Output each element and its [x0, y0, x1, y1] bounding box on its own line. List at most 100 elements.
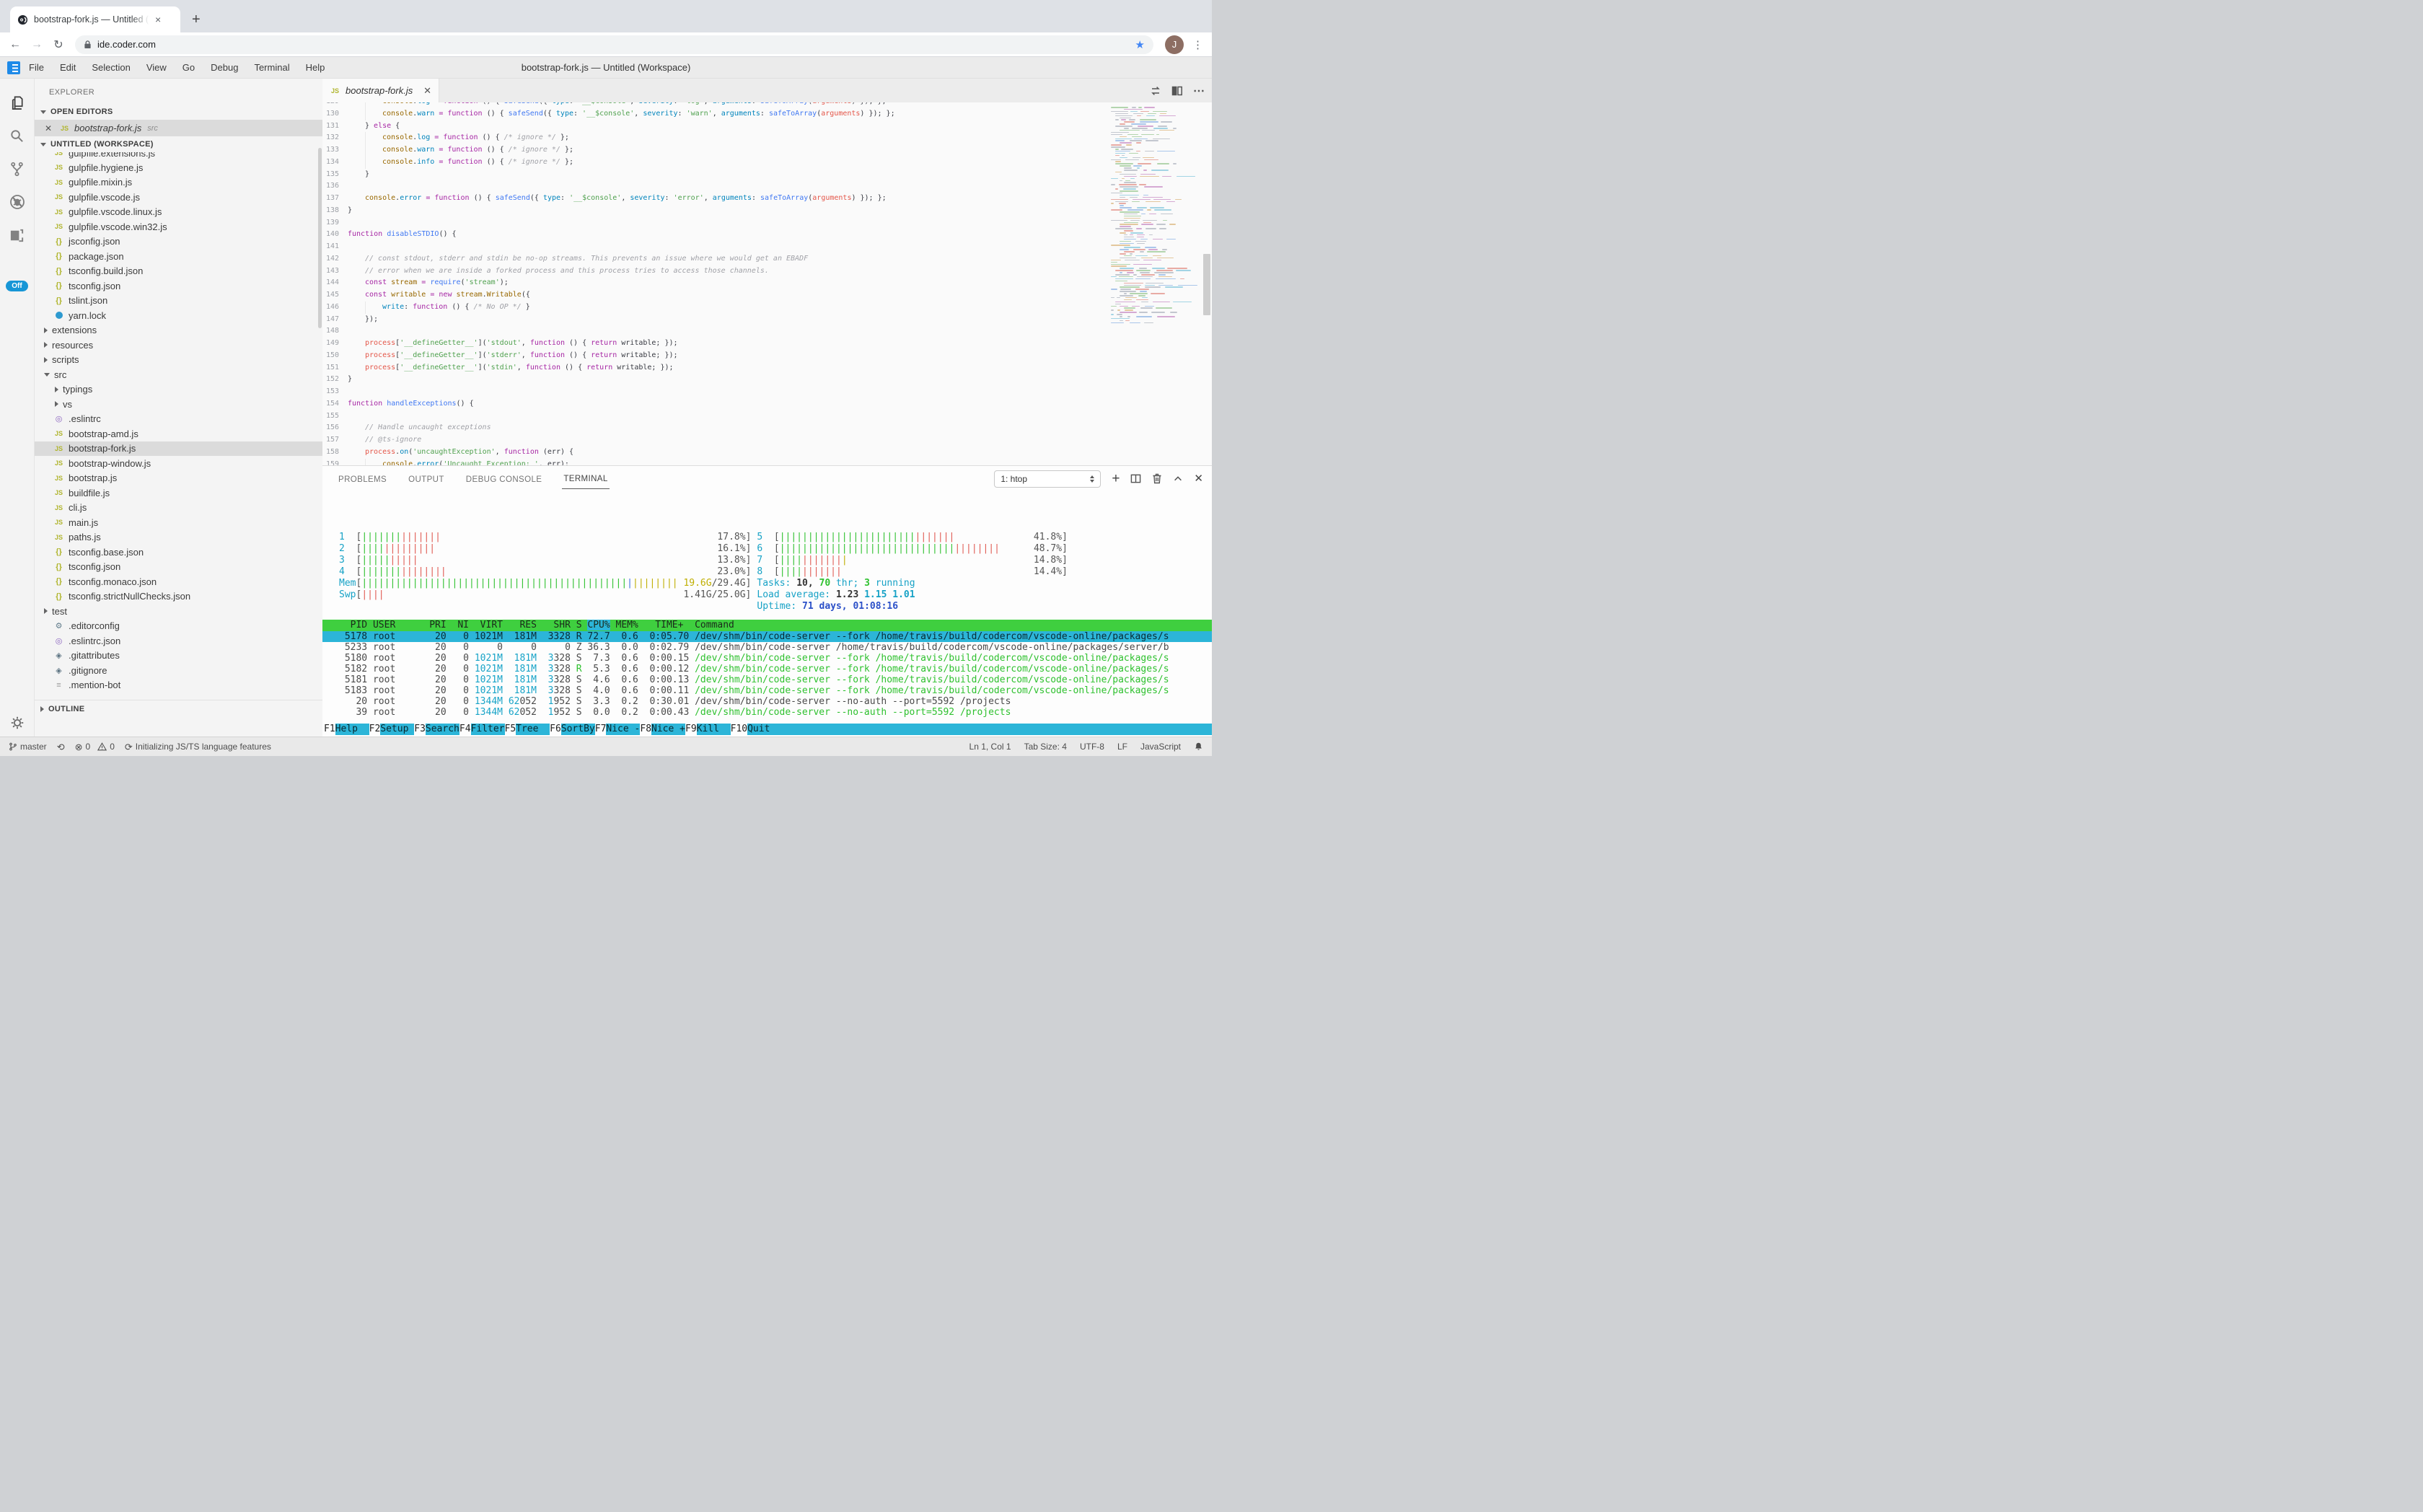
tree-item-jsconfig.json[interactable]: {}jsconfig.json [35, 234, 322, 250]
tree-item-.editorconfig[interactable]: ⚙.editorconfig [35, 619, 322, 634]
language-status[interactable]: ⟳ Initializing JS/TS language features [125, 742, 271, 752]
tree-item-tsconfig.build.json[interactable]: {}tsconfig.build.json [35, 264, 322, 279]
process-row[interactable]: 39 root 20 0 1344M 62052 1952 S 0.0 0.2 … [339, 707, 1212, 718]
source-control-icon[interactable] [0, 152, 35, 185]
fkey-f3[interactable]: F3 [414, 724, 426, 735]
minimap[interactable] [1108, 102, 1191, 465]
fkey-f1[interactable]: F1 [324, 724, 335, 735]
tree-item-.eslintrc.json[interactable]: ◎.eslintrc.json [35, 633, 322, 649]
extensions-icon[interactable] [0, 219, 35, 252]
explorer-icon[interactable] [0, 86, 35, 119]
process-row[interactable]: 5178 root 20 0 1021M 181M 3328 R 72.7 0.… [322, 631, 1212, 642]
tree-item-src[interactable]: src [35, 367, 322, 382]
git-branch-indicator[interactable]: master [9, 742, 47, 752]
process-row[interactable]: 5181 root 20 0 1021M 181M 3328 S 4.6 0.6… [339, 674, 1212, 685]
split-editor-icon[interactable] [1171, 85, 1183, 97]
tree-item-tslint.json[interactable]: {}tslint.json [35, 294, 322, 309]
bookmark-star-icon[interactable]: ★ [1135, 38, 1145, 51]
language-mode[interactable]: JavaScript [1140, 742, 1181, 752]
tree-item-vs[interactable]: vs [35, 397, 322, 412]
tree-item-tsconfig.json[interactable]: {}tsconfig.json [35, 278, 322, 294]
fkey-f9[interactable]: F9 [685, 724, 697, 735]
menu-view[interactable]: View [146, 62, 167, 73]
tree-item-gulpfile.vscode.js[interactable]: JSgulpfile.vscode.js [35, 190, 322, 205]
new-terminal-icon[interactable]: + [1112, 472, 1120, 485]
telemetry-off-badge[interactable]: Off [6, 281, 27, 291]
tree-item-test[interactable]: test [35, 604, 322, 619]
editor-tab[interactable]: JS bootstrap-fork.js ✕ [322, 79, 439, 102]
fkey-f2[interactable]: F2 [369, 724, 381, 735]
tree-item-tsconfig.strictNullChecks.json[interactable]: {}tsconfig.strictNullChecks.json [35, 589, 322, 605]
menu-go[interactable]: Go [183, 62, 195, 73]
tree-item-bootstrap-amd.js[interactable]: JSbootstrap-amd.js [35, 426, 322, 441]
settings-gear-icon[interactable] [0, 715, 35, 731]
split-terminal-icon[interactable] [1130, 473, 1141, 484]
tree-item-bootstrap.js[interactable]: JSbootstrap.js [35, 471, 322, 486]
tab-size[interactable]: Tab Size: 4 [1024, 742, 1067, 752]
process-row[interactable]: 5183 root 20 0 1021M 181M 3328 S 4.0 0.6… [339, 685, 1212, 696]
cursor-position[interactable]: Ln 1, Col 1 [969, 742, 1011, 752]
tree-item-extensions[interactable]: extensions [35, 323, 322, 338]
close-panel-icon[interactable]: ✕ [1194, 473, 1203, 484]
menu-help[interactable]: Help [306, 62, 325, 73]
fkey-f10[interactable]: F10 [731, 724, 747, 735]
editor-scrollbar[interactable] [1203, 254, 1210, 315]
menu-file[interactable]: File [29, 62, 44, 73]
app-logo-icon[interactable] [7, 61, 20, 74]
tree-item-bootstrap-window.js[interactable]: JSbootstrap-window.js [35, 456, 322, 471]
sidebar-scrollbar[interactable] [318, 148, 322, 328]
tree-item-.mention-bot[interactable]: ≡.mention-bot [35, 678, 322, 693]
notifications-bell-icon[interactable] [1194, 742, 1203, 752]
maximize-panel-icon[interactable] [1173, 474, 1183, 484]
terminal-select[interactable]: 1: htop [994, 470, 1101, 488]
reload-icon[interactable]: ↻ [49, 35, 68, 54]
tree-item-scripts[interactable]: scripts [35, 353, 322, 368]
kill-terminal-icon[interactable] [1152, 473, 1162, 484]
eol[interactable]: LF [1117, 742, 1127, 752]
panel-tab-debug-console[interactable]: DEBUG CONSOLE [465, 469, 544, 489]
tree-item-yarn.lock[interactable]: yarn.lock [35, 308, 322, 323]
panel-tab-problems[interactable]: PROBLEMS [337, 469, 388, 489]
menu-debug[interactable]: Debug [211, 62, 238, 73]
panel-tab-terminal[interactable]: TERMINAL [562, 468, 609, 489]
editor-tab-close-icon[interactable]: ✕ [423, 85, 431, 97]
fkey-f8[interactable]: F8 [640, 724, 651, 735]
tree-item-gulpfile.hygiene.js[interactable]: JSgulpfile.hygiene.js [35, 160, 322, 175]
address-bar[interactable]: ide.coder.com ★ [75, 35, 1153, 54]
open-editors-section[interactable]: OPEN EDITORS [35, 104, 322, 120]
open-editor-item[interactable]: ✕ JS bootstrap-fork.js src [35, 120, 322, 136]
tree-item-gulpfile.mixin.js[interactable]: JSgulpfile.mixin.js [35, 175, 322, 190]
browser-tab[interactable]: bootstrap-fork.js — Untitled (W × [10, 6, 180, 32]
sync-indicator[interactable]: ⟲ [57, 742, 65, 752]
fkey-f4[interactable]: F4 [459, 724, 471, 735]
code-editor[interactable]: 1291301311321331341351361371381391401411… [322, 102, 1212, 465]
tree-item-paths.js[interactable]: JSpaths.js [35, 530, 322, 545]
tree-item-main.js[interactable]: JSmain.js [35, 515, 322, 530]
tree-item-tsconfig.base.json[interactable]: {}tsconfig.base.json [35, 545, 322, 560]
more-actions-icon[interactable]: ⋯ [1193, 84, 1205, 98]
problems-indicator[interactable]: ⊗0 0 [75, 742, 115, 752]
fkey-f6[interactable]: F6 [550, 724, 561, 735]
browser-menu-icon[interactable]: ⋮ [1192, 38, 1203, 51]
tree-item-gulpfile.vscode.win32.js[interactable]: JSgulpfile.vscode.win32.js [35, 219, 322, 234]
back-icon[interactable]: ← [6, 35, 25, 54]
panel-tab-output[interactable]: OUTPUT [407, 469, 446, 489]
tree-item-tsconfig.monaco.json[interactable]: {}tsconfig.monaco.json [35, 574, 322, 589]
avatar[interactable]: J [1165, 35, 1184, 54]
workspace-section[interactable]: UNTITLED (WORKSPACE) [35, 136, 322, 152]
process-row[interactable]: 20 root 20 0 1344M 62052 1952 S 3.3 0.2 … [339, 696, 1212, 707]
tree-item-resources[interactable]: resources [35, 338, 322, 353]
terminal-view[interactable]: 1 [|||||||||||||| 17.8%]2 [|||||||||||||… [322, 491, 1212, 737]
close-editor-icon[interactable]: ✕ [45, 123, 55, 133]
tab-close-icon[interactable]: × [155, 14, 161, 25]
encoding[interactable]: UTF-8 [1080, 742, 1104, 752]
forward-icon[interactable]: → [27, 35, 46, 54]
tree-item-gulpfile.vscode.linux.js[interactable]: JSgulpfile.vscode.linux.js [35, 205, 322, 220]
process-row[interactable]: 5182 root 20 0 1021M 181M 3328 R 5.3 0.6… [339, 664, 1212, 674]
tree-item-bootstrap-fork.js[interactable]: JSbootstrap-fork.js [35, 441, 322, 457]
fkey-f5[interactable]: F5 [505, 724, 516, 735]
search-icon[interactable] [0, 119, 35, 152]
tree-item-cli.js[interactable]: JScli.js [35, 501, 322, 516]
tree-item-.eslintrc[interactable]: ◎.eslintrc [35, 412, 322, 427]
toggle-layout-icon[interactable] [1150, 85, 1161, 97]
